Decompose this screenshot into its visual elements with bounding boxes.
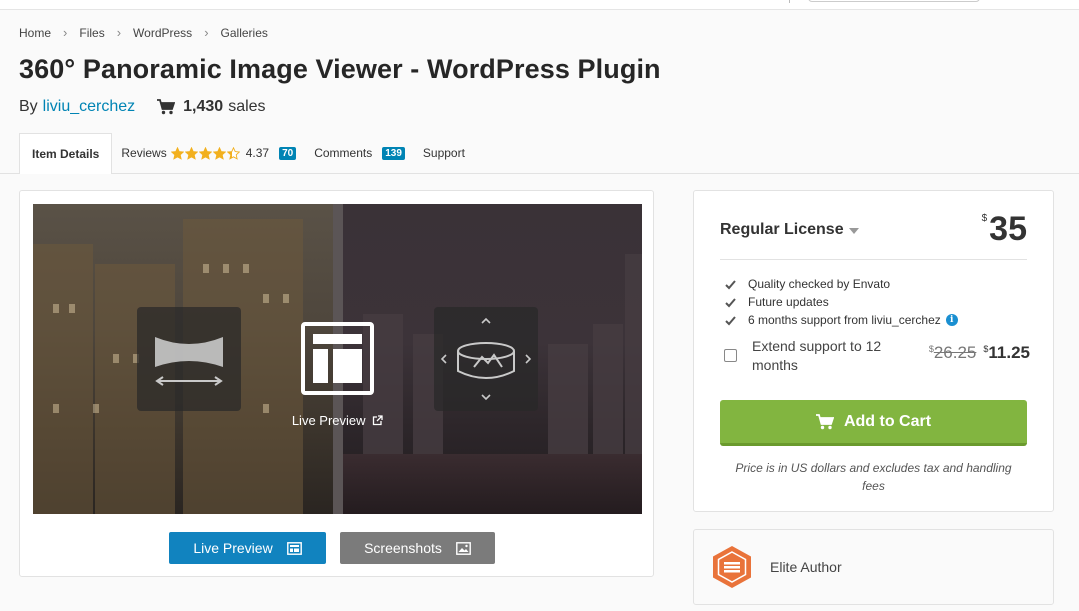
- byline: By liviu_cerchez 1,430 sales: [19, 98, 266, 116]
- external-link-icon: [373, 415, 383, 426]
- tab-reviews-label: Reviews: [121, 146, 167, 160]
- window: [69, 304, 75, 313]
- window: [53, 404, 59, 413]
- price-currency: $: [981, 213, 988, 224]
- tab-comments-label: Comments: [314, 146, 373, 160]
- old-price: 26.25: [933, 343, 977, 362]
- star-half-icon: [226, 146, 240, 160]
- reviews-count-badge: 70: [279, 146, 297, 160]
- breadcrumb-home[interactable]: Home: [19, 26, 51, 40]
- star-full-icon: [212, 146, 226, 160]
- extend-support-label[interactable]: Extend support to 12 months: [752, 337, 902, 375]
- breadcrumb-wordpress[interactable]: WordPress: [133, 26, 192, 40]
- sales-label: sales: [228, 98, 266, 115]
- rating-value: 4.37: [245, 146, 270, 160]
- window: [283, 294, 289, 303]
- skyscraper: [593, 324, 623, 454]
- comments-count-badge: 139: [382, 146, 405, 160]
- breadcrumb-galleries[interactable]: Galleries: [221, 26, 268, 40]
- license-features: Quality checked by Envato Future updates…: [725, 275, 958, 329]
- tab-support[interactable]: Support: [423, 146, 465, 160]
- panorama-flat-icon: [155, 337, 223, 386]
- panorama-flat-overlay: [137, 307, 241, 411]
- cart-icon: [157, 99, 176, 115]
- price-note: Price is in US dollars and excludes tax …: [735, 461, 1012, 493]
- window: [113, 354, 119, 363]
- sales-count: 1,430: [183, 98, 224, 115]
- window: [203, 264, 209, 273]
- license-price: $ 35: [982, 211, 1027, 247]
- window: [263, 404, 269, 413]
- image-icon: [456, 541, 471, 555]
- window: [53, 304, 59, 313]
- add-to-cart-button[interactable]: Add to Cart: [720, 400, 1027, 446]
- feature-text: Future updates: [748, 295, 829, 309]
- skyscraper: [548, 344, 588, 454]
- top-search-box[interactable]: [808, 0, 980, 2]
- panorama-sphere-overlay: [434, 307, 538, 411]
- live-preview-overlay-label[interactable]: Live Preview: [33, 413, 642, 428]
- cart-icon: [815, 413, 834, 429]
- new-price: 11.25: [988, 343, 1030, 362]
- star-full-icon: [198, 146, 212, 160]
- elite-author-badge: Elite Author: [693, 529, 1054, 605]
- license-panel: Regular License $ 35 Quality checked by …: [693, 190, 1054, 512]
- extend-support-checkbox[interactable]: [724, 349, 737, 362]
- elite-author-icon: [713, 546, 751, 588]
- panorama-360-icon: [440, 317, 532, 401]
- live-preview-overlay-text: Live Preview: [291, 413, 366, 428]
- chevron-right-icon: ›: [204, 25, 209, 40]
- preview-card: Live Preview Live Preview Screenshots: [19, 190, 654, 577]
- price-amount: 35: [989, 210, 1027, 248]
- page-title: 360° Panoramic Image Viewer - WordPress …: [19, 54, 661, 84]
- preview-image[interactable]: Live Preview: [33, 204, 642, 514]
- extend-support-price: $ 26.25 $ 11.25: [929, 343, 1030, 363]
- feature-text: Quality checked by Envato: [748, 277, 891, 291]
- star-full-icon: [184, 146, 198, 160]
- window: [223, 264, 229, 273]
- water: [343, 454, 642, 514]
- info-icon[interactable]: i: [945, 314, 958, 326]
- feature-text: 6 months support from liviu_cerchez: [748, 313, 941, 327]
- building: [33, 244, 93, 514]
- check-icon: [725, 279, 736, 289]
- live-preview-layout-icon: [301, 322, 374, 395]
- live-preview-button[interactable]: Live Preview: [169, 532, 326, 564]
- license-title: Regular License: [720, 221, 844, 238]
- tab-item-details[interactable]: Item Details: [19, 133, 113, 174]
- check-icon: [725, 315, 736, 325]
- rating-stars: [170, 146, 241, 160]
- license-divider: [720, 259, 1027, 260]
- extend-support-row: Extend support to 12 months $ 26.25 $ 11…: [724, 337, 1030, 375]
- chevron-right-icon: ›: [63, 25, 68, 40]
- breadcrumb: Home › Files › WordPress › Galleries: [19, 25, 268, 40]
- breadcrumb-files[interactable]: Files: [79, 26, 104, 40]
- window: [93, 404, 99, 413]
- live-preview-button-label: Live Preview: [193, 540, 273, 556]
- by-label: By: [19, 98, 38, 115]
- screenshots-button-label: Screenshots: [364, 540, 442, 556]
- window: [263, 294, 269, 303]
- screenshots-button[interactable]: Screenshots: [340, 532, 495, 564]
- license-selector[interactable]: Regular License: [720, 221, 859, 239]
- check-icon: [725, 297, 736, 307]
- feature-item: 6 months support from liviu_cerchez i: [725, 311, 958, 329]
- caret-down-icon: [848, 228, 859, 234]
- top-divider: [789, 0, 790, 3]
- tab-reviews[interactable]: Reviews 4.37 70: [121, 146, 297, 160]
- chevron-right-icon: ›: [116, 25, 122, 40]
- window: [243, 264, 249, 273]
- top-strip: [0, 0, 1079, 10]
- layout-icon: [286, 541, 302, 555]
- add-to-cart-label: Add to Cart: [843, 412, 932, 430]
- author-link[interactable]: liviu_cerchez: [43, 98, 135, 116]
- tabs-divider: [0, 173, 1079, 174]
- item-tabs: Item Details Reviews 4.37 70 Comments 13…: [19, 133, 465, 174]
- feature-item: Quality checked by Envato: [725, 275, 958, 293]
- tab-comments[interactable]: Comments 139: [314, 146, 405, 160]
- feature-item: Future updates: [725, 293, 958, 311]
- star-full-icon: [170, 146, 184, 160]
- elite-author-label: Elite Author: [770, 559, 842, 575]
